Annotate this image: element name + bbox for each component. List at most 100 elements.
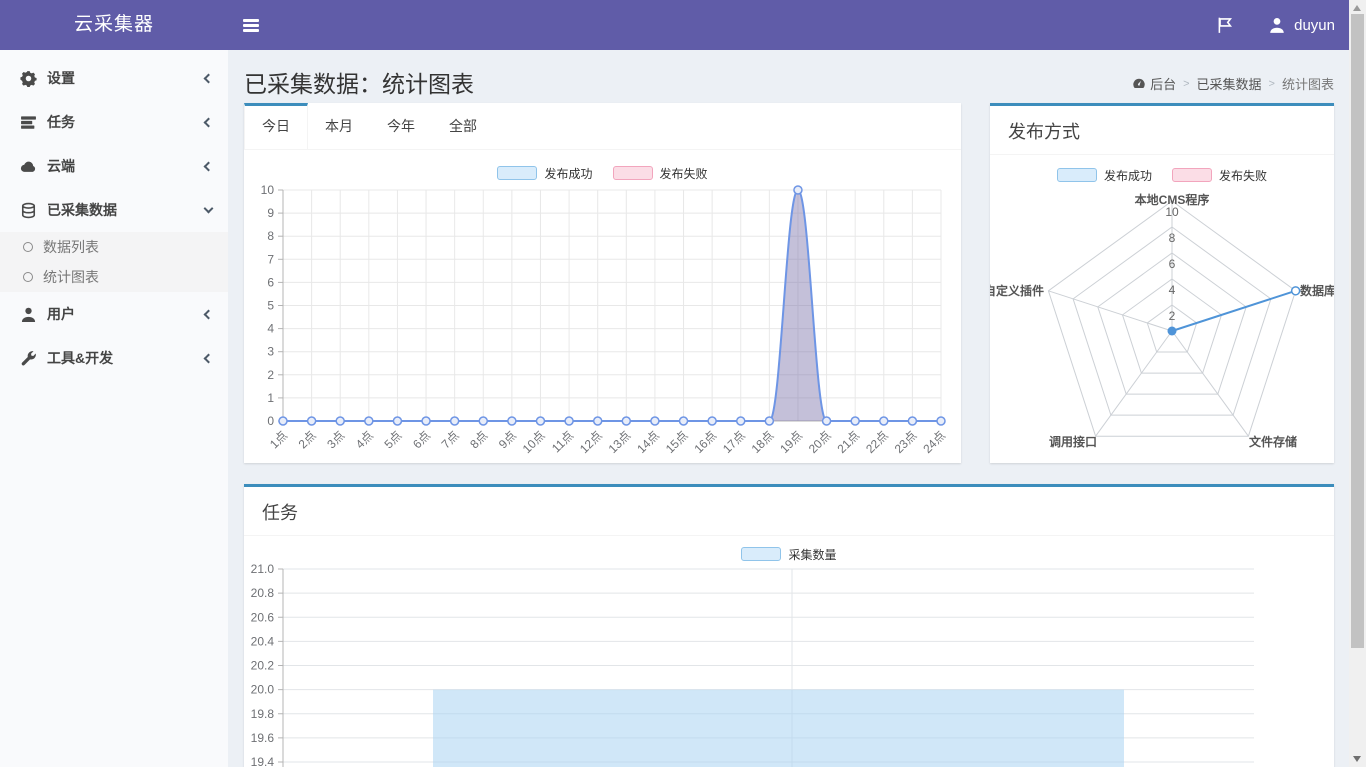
svg-text:8点: 8点 xyxy=(467,428,490,451)
legend-label: 采集数量 xyxy=(788,546,836,563)
svg-text:20.0: 20.0 xyxy=(251,683,275,697)
tab-本月[interactable]: 本月 xyxy=(308,103,370,149)
tab-bar: 今日本月今年全部 xyxy=(244,103,961,150)
svg-text:14点: 14点 xyxy=(634,428,662,456)
svg-text:4: 4 xyxy=(1169,283,1176,297)
breadcrumb-separator: > xyxy=(1183,78,1189,90)
breadcrumb-item[interactable]: 后台 xyxy=(1132,74,1176,93)
svg-text:10: 10 xyxy=(261,183,275,197)
legend-swatch xyxy=(1172,168,1212,182)
svg-text:15点: 15点 xyxy=(663,428,691,456)
database-icon xyxy=(20,202,37,219)
sidebar-subitem-stats-charts[interactable]: 统计图表 xyxy=(0,262,228,292)
svg-text:2: 2 xyxy=(267,368,274,382)
legend-item-publish-success[interactable]: 发布成功 xyxy=(497,165,592,182)
svg-text:4: 4 xyxy=(267,322,274,336)
svg-text:7: 7 xyxy=(267,252,274,266)
svg-text:文件存储: 文件存储 xyxy=(1249,434,1297,449)
svg-text:9点: 9点 xyxy=(496,428,519,451)
sidebar-item-settings[interactable]: 设置 xyxy=(0,56,228,100)
chevron-left-icon xyxy=(204,161,214,171)
chevron-left-icon xyxy=(204,117,214,127)
flag-icon[interactable] xyxy=(1216,16,1234,34)
legend-item-collect-count[interactable]: 采集数量 xyxy=(741,546,836,563)
svg-text:3点: 3点 xyxy=(324,428,347,451)
svg-text:6点: 6点 xyxy=(410,428,433,451)
chevron-down-icon xyxy=(204,204,214,214)
legend-item-publish-success[interactable]: 发布成功 xyxy=(1057,167,1152,184)
svg-text:9: 9 xyxy=(267,206,274,220)
page-title: 已采集数据：统计图表 xyxy=(244,65,474,99)
svg-text:1: 1 xyxy=(267,391,274,405)
sidebar-item-label: 工具&开发 xyxy=(47,348,205,368)
breadcrumb-separator: > xyxy=(1269,78,1275,90)
legend-item-publish-fail[interactable]: 发布失败 xyxy=(1172,167,1267,184)
sidebar-item-tools-dev[interactable]: 工具&开发 xyxy=(0,336,228,380)
svg-text:8: 8 xyxy=(267,229,274,243)
sidebar-item-label: 用户 xyxy=(47,304,205,324)
sidebar-submenu: 数据列表统计图表 xyxy=(0,232,228,292)
sidebar-item-users[interactable]: 用户 xyxy=(0,292,228,336)
sidebar-item-label: 任务 xyxy=(47,112,205,132)
scrollbar-thumb[interactable] xyxy=(1351,14,1364,648)
app-title: 云采集器 xyxy=(74,14,154,35)
tab-全部[interactable]: 全部 xyxy=(432,103,494,149)
svg-text:20点: 20点 xyxy=(806,428,834,456)
svg-text:11点: 11点 xyxy=(549,428,576,455)
sidebar-subitem-data-list[interactable]: 数据列表 xyxy=(0,232,228,262)
scrollbar xyxy=(1349,0,1366,767)
breadcrumb-item[interactable]: 已采集数据 xyxy=(1197,74,1262,93)
sidebar-item-label: 设置 xyxy=(47,68,205,88)
sidebar-subitem-label: 统计图表 xyxy=(43,267,99,287)
app-logo[interactable]: 云采集器 xyxy=(0,0,228,50)
svg-text:5: 5 xyxy=(267,299,274,313)
svg-text:5点: 5点 xyxy=(381,428,404,451)
svg-text:21点: 21点 xyxy=(834,428,862,456)
sidebar-toggle-button[interactable] xyxy=(228,0,274,50)
scroll-down-arrow[interactable] xyxy=(1353,756,1361,762)
wrench-icon xyxy=(20,350,37,367)
legend-item-publish-fail[interactable]: 发布失败 xyxy=(613,165,708,182)
tab-今年[interactable]: 今年 xyxy=(370,103,432,149)
svg-text:13点: 13点 xyxy=(606,428,634,456)
svg-text:19.6: 19.6 xyxy=(251,731,275,745)
svg-text:2: 2 xyxy=(1169,309,1176,323)
svg-text:6: 6 xyxy=(267,275,274,289)
sidebar-item-collected-data[interactable]: 已采集数据 xyxy=(0,188,228,232)
legend-label: 发布成功 xyxy=(1104,167,1152,184)
user-icon xyxy=(20,306,37,323)
svg-text:数据库: 数据库 xyxy=(1300,283,1334,298)
panel-title: 发布方式 xyxy=(1008,118,1080,144)
bar-chart: 21.020.820.620.420.220.019.819.619.4 xyxy=(244,563,1334,767)
sidebar-item-label: 云端 xyxy=(47,156,205,176)
legend-label: 发布失败 xyxy=(660,165,708,182)
gear-icon xyxy=(20,70,37,87)
svg-text:21.0: 21.0 xyxy=(251,563,275,576)
panel-header: 任务 xyxy=(244,487,1334,536)
main-content: 已采集数据：统计图表 后台>已采集数据>统计图表 今日本月今年全部 发布成功发布… xyxy=(228,50,1349,767)
svg-text:8: 8 xyxy=(1169,231,1176,245)
chevron-left-icon xyxy=(204,73,214,83)
legend-label: 发布成功 xyxy=(544,165,592,182)
line-chart-legend: 发布成功 发布失败 xyxy=(244,164,961,182)
svg-text:20.6: 20.6 xyxy=(251,610,275,624)
svg-text:本地CMS程序: 本地CMS程序 xyxy=(1135,192,1210,207)
panel-header: 发布方式 xyxy=(990,106,1334,155)
svg-text:7点: 7点 xyxy=(439,428,462,451)
svg-text:22点: 22点 xyxy=(863,428,891,456)
svg-text:19.4: 19.4 xyxy=(251,755,275,767)
stats-tab-panel: 今日本月今年全部 发布成功发布失败 0123456789101点2点3点4点5点… xyxy=(244,103,961,463)
radar-chart: 246810本地CMS程序数据库文件存储调用接口自定义插件 xyxy=(990,184,1334,465)
user-menu[interactable]: duyun xyxy=(1268,16,1335,34)
svg-text:19.8: 19.8 xyxy=(251,707,275,721)
sidebar-item-tasks[interactable]: 任务 xyxy=(0,100,228,144)
legend-swatch xyxy=(1057,168,1097,182)
scroll-up-arrow[interactable] xyxy=(1353,5,1361,11)
svg-text:1点: 1点 xyxy=(267,428,290,451)
sidebar-item-cloud[interactable]: 云端 xyxy=(0,144,228,188)
svg-text:12点: 12点 xyxy=(577,428,605,456)
user-icon xyxy=(1268,16,1286,34)
panel-title: 任务 xyxy=(262,499,298,525)
tab-今日[interactable]: 今日 xyxy=(244,103,308,149)
user-name: duyun xyxy=(1294,17,1335,34)
